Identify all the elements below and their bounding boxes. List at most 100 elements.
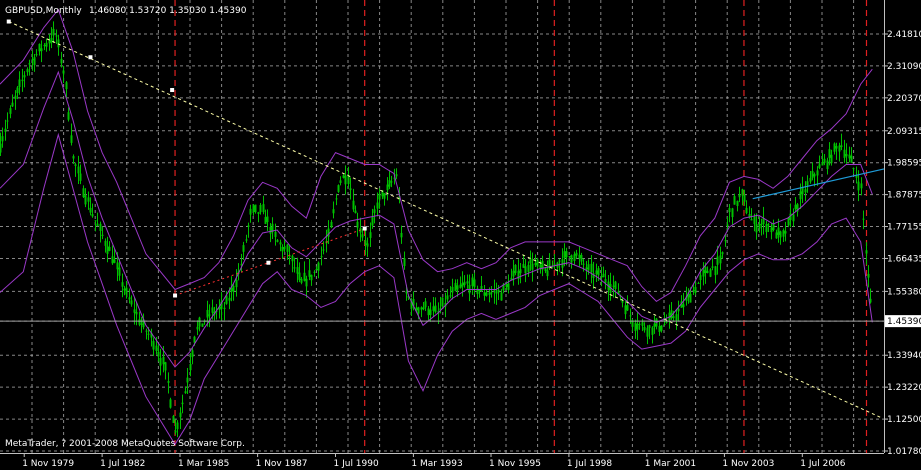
candle-body (84, 195, 87, 205)
price-chart[interactable]: 2.41810 2.31090 2.20370 2.09315 1.98595 1.878… (0, 0, 921, 470)
candle-body (755, 224, 758, 233)
candle-body (643, 326, 646, 331)
candle-body (74, 164, 77, 166)
candle-body (420, 307, 423, 310)
candle-body (597, 268, 600, 276)
y-tick-label: 2.09315 (887, 127, 921, 137)
candle-body (544, 268, 547, 272)
candle-body (782, 229, 785, 237)
candle-body (850, 155, 853, 163)
candle-body (495, 292, 498, 294)
candle-body (809, 177, 812, 182)
candle-body (172, 415, 175, 423)
y-tick-label: 2.31090 (887, 62, 921, 72)
candle-body (113, 259, 116, 263)
candle-body (262, 204, 265, 213)
candle-body (570, 255, 573, 263)
candle-body (706, 270, 709, 274)
candle-body (390, 181, 393, 183)
trendline-anchor-point (170, 88, 175, 93)
candle-body (298, 272, 301, 280)
candle-body (595, 270, 598, 275)
candle-body (99, 223, 102, 231)
candle-body (4, 128, 7, 132)
candle-body (72, 156, 75, 159)
candle-body (441, 297, 444, 307)
candle-body (675, 314, 678, 321)
candle-body (376, 202, 379, 209)
candle-body (50, 37, 53, 43)
candle-body (269, 226, 272, 234)
y-tick-label: 1.98595 (887, 159, 921, 169)
candle-body (714, 266, 717, 276)
candle-body (369, 232, 372, 238)
candle-body (493, 290, 496, 293)
candle-body (750, 219, 753, 221)
candle-body (770, 227, 773, 233)
candle-body (11, 102, 14, 107)
candle-body (70, 135, 73, 143)
candle-body (169, 399, 172, 408)
candle-body (133, 309, 136, 313)
candle-body (590, 263, 593, 273)
candle-body (257, 212, 260, 214)
candle-body (522, 264, 525, 268)
candle-body (689, 293, 692, 303)
candle-body (181, 402, 184, 405)
y-tick-label: 1.12500 (887, 415, 921, 425)
candle-body (804, 189, 807, 193)
candle-body (765, 224, 768, 233)
candle-body (317, 262, 320, 271)
candle-body (296, 267, 299, 274)
y-tick-label: 2.20370 (887, 94, 921, 104)
candle-body (456, 285, 459, 290)
candle-body (106, 245, 109, 254)
x-tick-label: 1 Jul 2006 (800, 459, 845, 469)
candle-body (585, 267, 588, 270)
candle-body (860, 183, 863, 189)
candle-body (697, 282, 700, 284)
candle-body (663, 323, 666, 325)
candle-body (634, 322, 637, 332)
candle-body (16, 87, 19, 93)
candle-body (18, 79, 21, 88)
trendline-anchor-point (6, 19, 11, 24)
candle-body (733, 196, 736, 205)
candle-body (147, 333, 150, 335)
candle-body (716, 256, 719, 265)
candle-body (857, 181, 860, 191)
candle-body (388, 180, 391, 187)
candle-body (775, 232, 778, 239)
candle-body (77, 166, 80, 174)
candle-body (553, 263, 556, 265)
candle-body (852, 168, 855, 170)
candle-body (279, 242, 282, 245)
candle-body (354, 210, 357, 214)
candle-body (865, 250, 868, 254)
candle-body (198, 317, 201, 327)
candle-body (480, 286, 483, 292)
candle-body (211, 307, 214, 313)
candle-body (777, 227, 780, 235)
candle-body (65, 82, 68, 90)
chart-header-ohlc: 1.46080 1.53720 1.35030 1.45390 (89, 6, 247, 16)
candle-body (539, 264, 542, 269)
candle-body (196, 326, 199, 330)
candle-body (638, 323, 641, 325)
candle-body (167, 381, 170, 383)
candle-body (189, 363, 192, 371)
candle-body (184, 391, 187, 394)
candle-body (87, 197, 90, 202)
candle-body (702, 270, 705, 277)
x-tick-label: 1 Mar 2001 (645, 459, 696, 469)
candle-body (378, 193, 381, 200)
candle-body (174, 430, 177, 433)
candle-body (612, 285, 615, 287)
candle-body (743, 195, 746, 202)
candle-body (48, 40, 51, 44)
y-tick-label: 2.41810 (887, 30, 921, 40)
candle-body (79, 173, 82, 181)
candle-body (259, 205, 262, 213)
candle-body (826, 160, 829, 170)
x-tick-label: 1 Jul 1982 (100, 459, 145, 469)
